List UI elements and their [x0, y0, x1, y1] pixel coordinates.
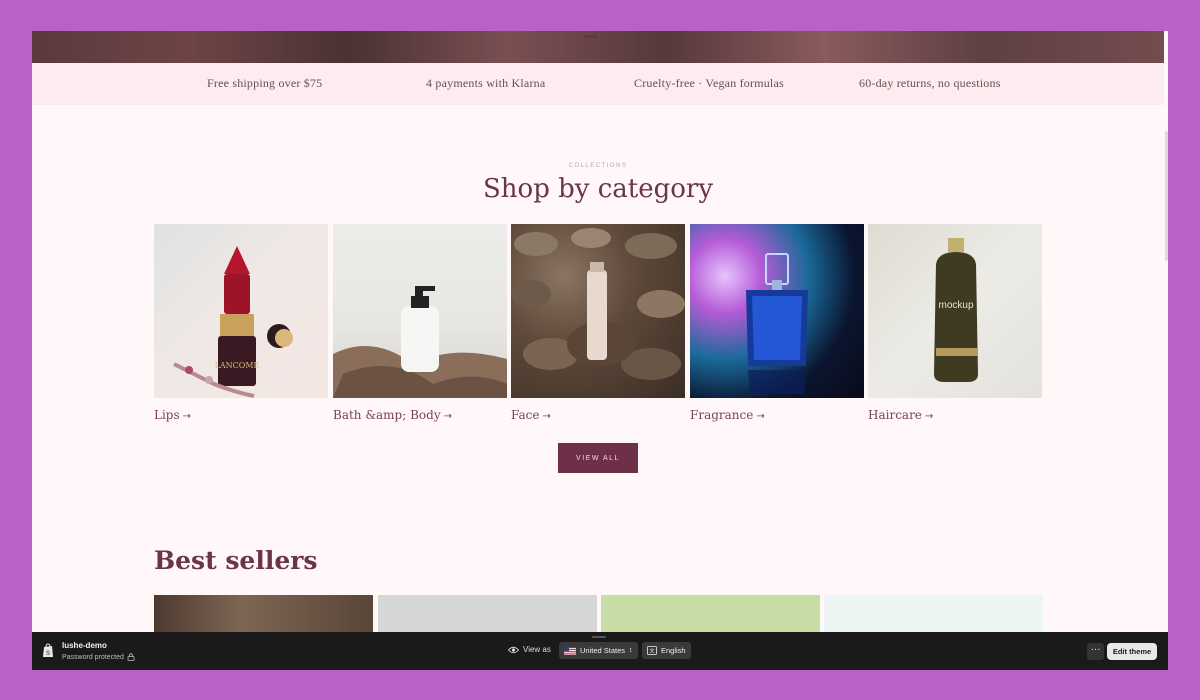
collections-eyebrow: COLLECTIONS: [568, 163, 628, 169]
chevron-up-down-icon: ↕: [629, 647, 633, 654]
arrow-right-icon: →: [924, 411, 934, 422]
edit-theme-button[interactable]: Edit theme: [1107, 643, 1157, 660]
category-label-haircare[interactable]: Haircare →: [868, 408, 1042, 422]
eye-icon: [508, 646, 519, 653]
usp-cruelty-free: Cruelty-free · Vegan formulas: [634, 76, 784, 90]
usp-free-shipping: Free shipping over $75: [207, 76, 323, 90]
more-options-button[interactable]: ···: [1087, 643, 1104, 660]
best-seller-product-image[interactable]: [378, 595, 597, 635]
category-card-face[interactable]: Face →: [511, 224, 685, 422]
shopify-preview-bar: S lushe-demo Password protected View as: [32, 632, 1168, 670]
usp-bar: Free shipping over $75 4 payments with K…: [32, 63, 1164, 105]
lock-icon: [127, 653, 135, 661]
lipstick-brand-text: LANCOME: [215, 361, 260, 370]
arrow-right-icon: →: [542, 411, 551, 422]
svg-text:文: 文: [649, 648, 654, 655]
bath-body-image[interactable]: [333, 224, 507, 398]
category-card-haircare[interactable]: mockup Haircare →: [868, 224, 1042, 422]
store-name: lushe-demo: [62, 641, 107, 650]
translate-icon: 文: [647, 646, 657, 655]
haircare-brand-text: mockup: [938, 300, 973, 311]
hero-banner-image[interactable]: [32, 31, 1164, 63]
best-sellers-title: Best sellers: [154, 546, 318, 575]
svg-text:S: S: [46, 651, 50, 657]
shopify-logo-icon: S: [43, 643, 53, 657]
us-flag-icon: [564, 646, 576, 655]
country-selector[interactable]: United States ↕: [559, 642, 638, 659]
arrow-right-icon: →: [756, 411, 765, 422]
category-card-bath-body[interactable]: Bath &amp; Body →: [333, 224, 507, 422]
category-card-lips[interactable]: LANCOME Lips →: [154, 224, 328, 422]
category-label-bath-body[interactable]: Bath &amp; Body →: [333, 408, 507, 422]
best-seller-product-image[interactable]: [601, 595, 820, 635]
category-label-face[interactable]: Face →: [511, 408, 685, 422]
shop-by-category-title: Shop by category: [482, 174, 714, 204]
language-selector[interactable]: 文 English: [642, 642, 691, 659]
arrow-right-icon: →: [182, 411, 192, 422]
view-all-button[interactable]: VIEW ALL: [558, 443, 638, 473]
fragrance-image[interactable]: [690, 224, 864, 398]
storefront-window: Free shipping over $75 4 payments with K…: [32, 31, 1168, 670]
password-status: Password protected: [62, 653, 135, 661]
hero-slide-indicator[interactable]: [584, 35, 598, 38]
category-label-lips[interactable]: Lips →: [154, 408, 328, 422]
face-image[interactable]: [511, 224, 685, 398]
best-seller-product-image[interactable]: [824, 595, 1043, 635]
preview-bar-drag-handle[interactable]: [592, 636, 606, 638]
haircare-image[interactable]: mockup: [868, 224, 1042, 398]
category-label-fragrance[interactable]: Fragrance →: [690, 408, 864, 422]
arrow-right-icon: →: [443, 411, 452, 422]
lips-image[interactable]: LANCOME: [154, 224, 328, 398]
best-seller-product-image[interactable]: [154, 595, 373, 635]
usp-klarna: 4 payments with Klarna: [426, 76, 546, 90]
usp-returns: 60-day returns, no questions: [859, 76, 1001, 90]
view-as-label: View as: [508, 645, 551, 654]
page-scrollbar[interactable]: [1165, 131, 1168, 261]
category-card-fragrance[interactable]: Fragrance →: [690, 224, 864, 422]
